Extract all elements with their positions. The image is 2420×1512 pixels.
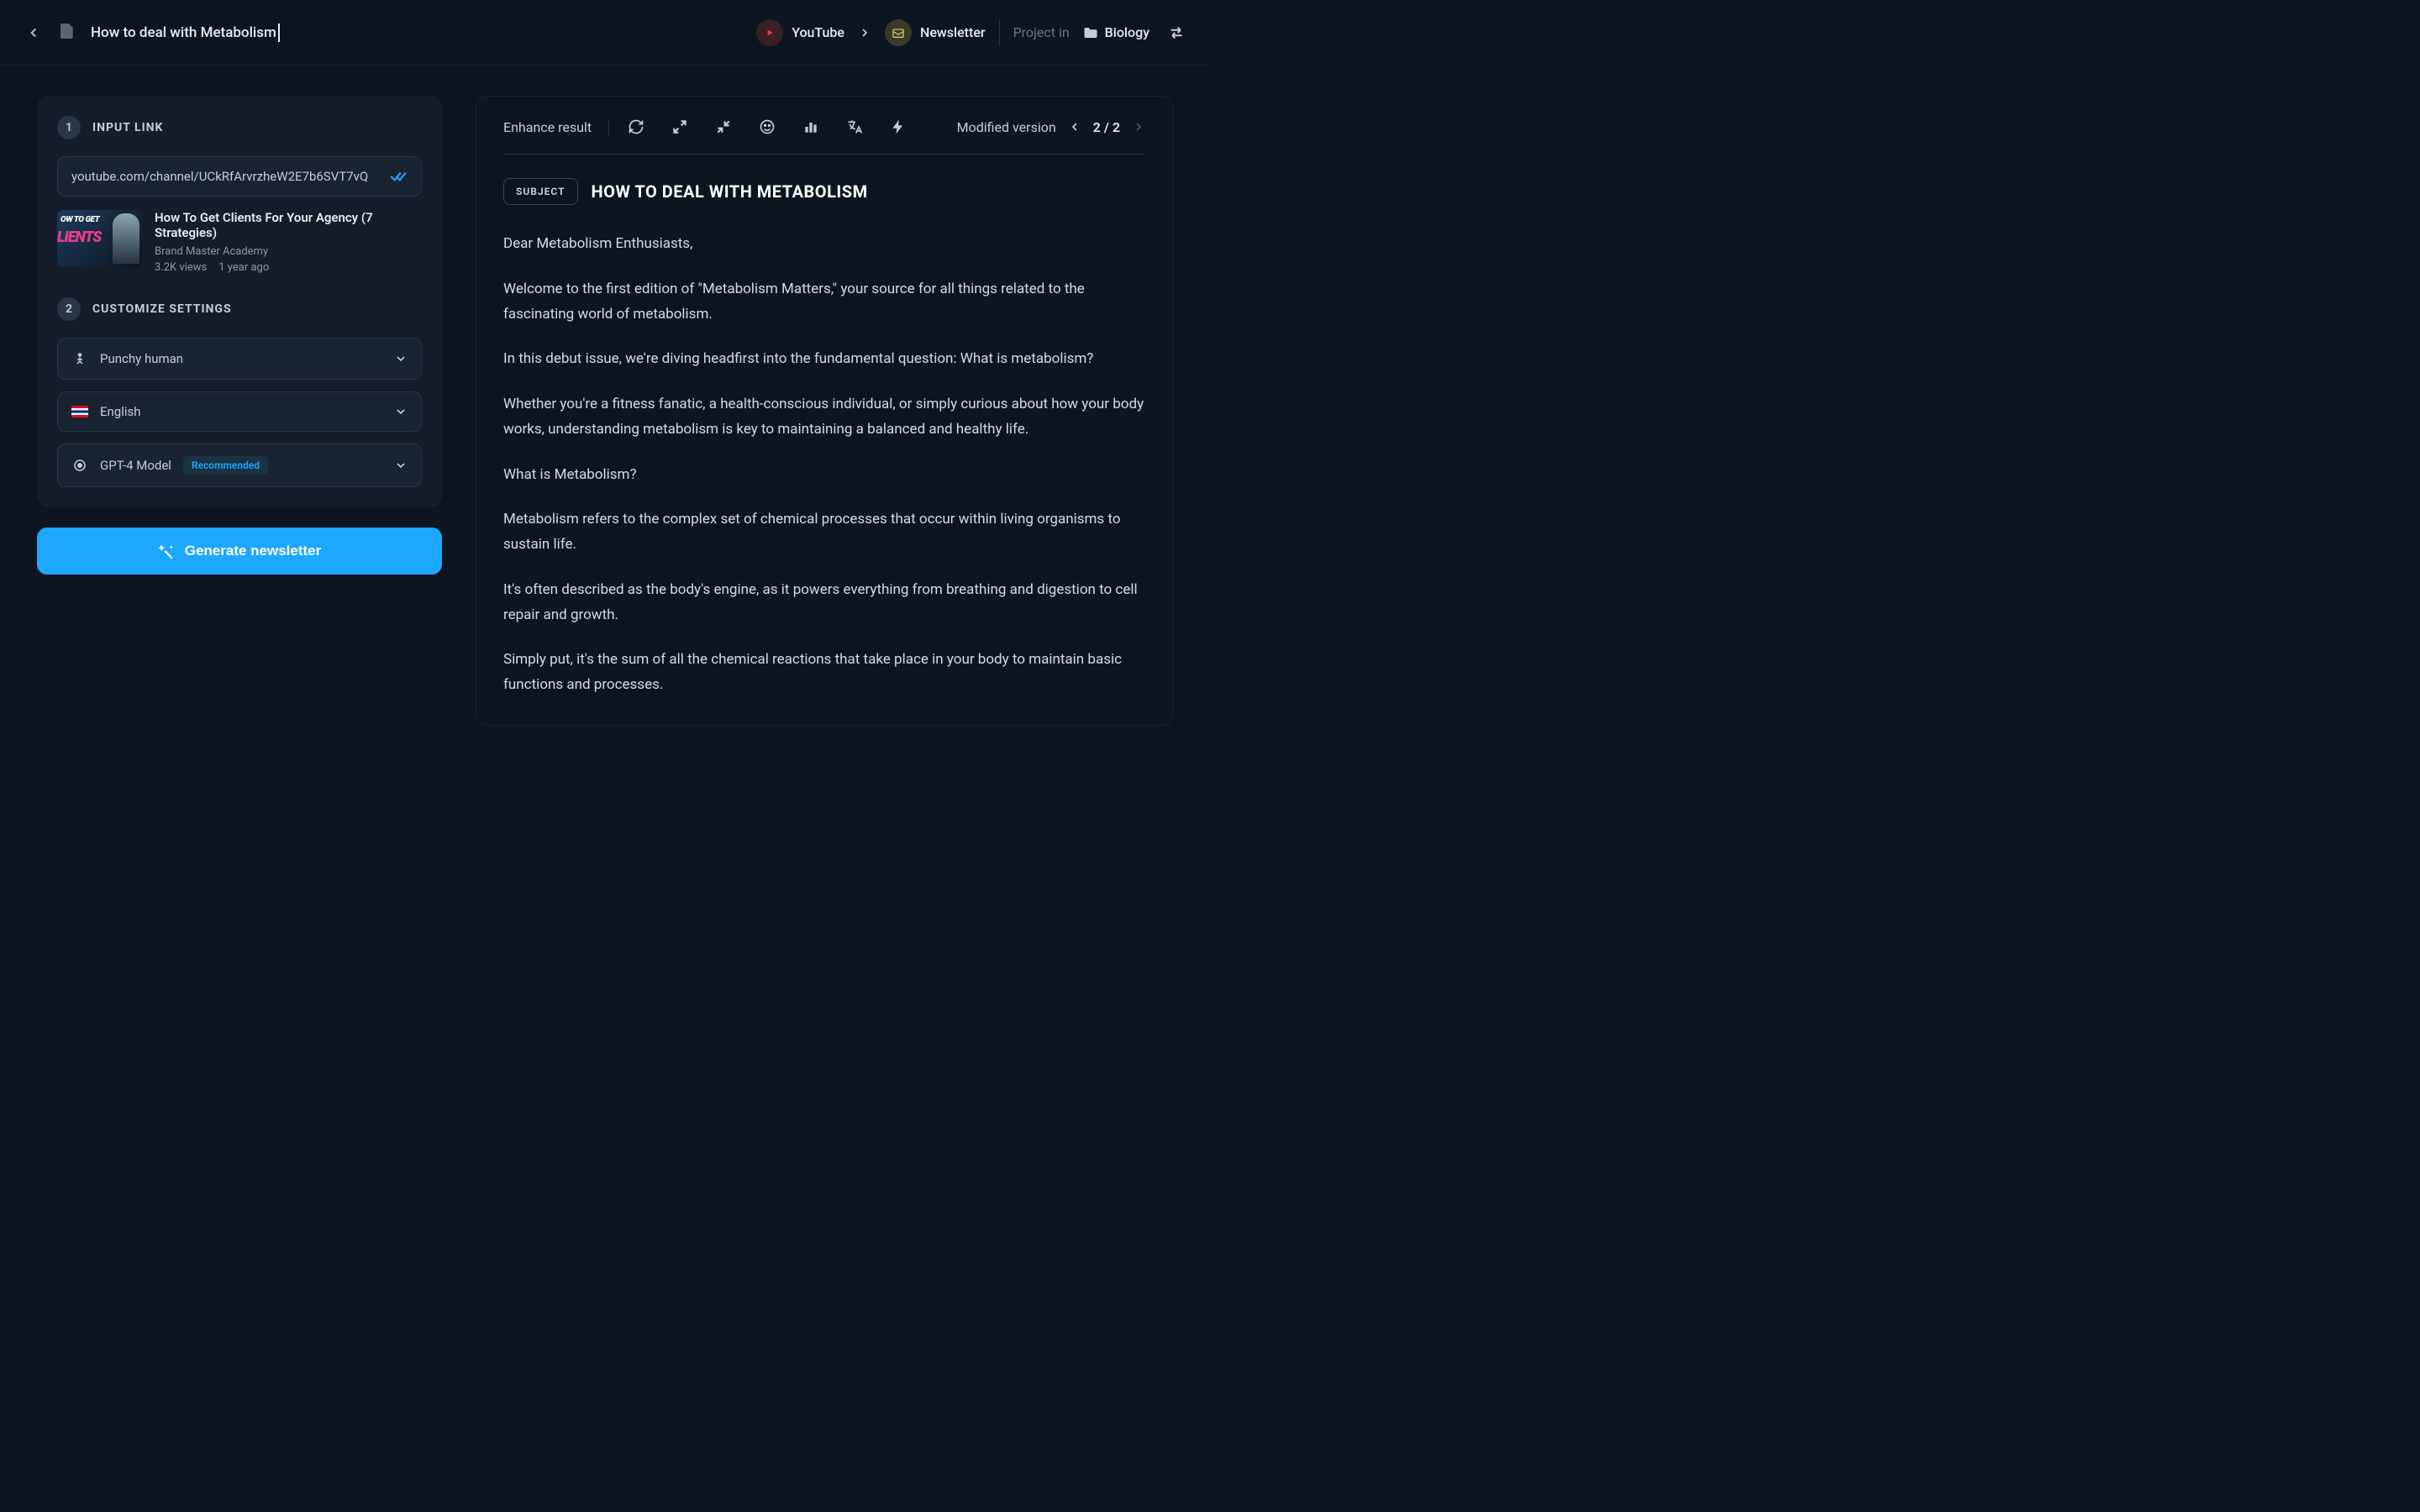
- expand-button[interactable]: [670, 117, 690, 137]
- body-paragraph: Simply put, it's the sum of all the chem…: [503, 648, 1145, 698]
- version-nav: Modified version 2 / 2: [957, 119, 1145, 135]
- emoji-icon: [759, 118, 776, 135]
- video-preview[interactable]: OW TO GET LIENTS How To Get Clients For …: [57, 210, 422, 274]
- version-page: 2 / 2: [1093, 119, 1120, 135]
- translate-button[interactable]: [844, 117, 865, 137]
- subject-row: SUBJECT HOW TO DEAL WITH METABOLISM: [503, 178, 1145, 205]
- input-link-field[interactable]: youtube.com/channel/UCkRfArvrzheW2E7b6SV…: [57, 156, 422, 197]
- chevron-down-icon: [394, 352, 408, 365]
- video-views: 3.2K views: [155, 261, 207, 274]
- right-panel: Enhance result: [476, 96, 1173, 726]
- lightning-button[interactable]: [888, 117, 908, 137]
- version-next-button[interactable]: [1132, 120, 1145, 134]
- uk-flag-icon: [71, 406, 88, 417]
- subject-badge: SUBJECT: [503, 178, 578, 205]
- refresh-icon: [628, 118, 644, 135]
- emoji-button[interactable]: [757, 117, 777, 137]
- project-in-label: Project in: [1013, 24, 1070, 40]
- lightning-icon: [890, 118, 907, 135]
- body-paragraph: It's often described as the body's engin…: [503, 578, 1145, 628]
- document-title[interactable]: How to deal with Metabolism: [91, 24, 280, 42]
- settings-card: 1 INPUT LINK youtube.com/channel/UCkRfAr…: [37, 96, 442, 507]
- step1-badge: 1: [57, 116, 81, 139]
- header-right: YouTube Newsletter Project in Biology: [756, 19, 1190, 46]
- chevron-left-icon: [1068, 120, 1081, 134]
- magic-wand-icon: [158, 543, 175, 559]
- body-paragraph: Metabolism refers to the complex set of …: [503, 507, 1145, 558]
- step1-header: 1 INPUT LINK: [57, 116, 422, 139]
- expand-icon: [671, 118, 688, 135]
- folder-icon: [1083, 26, 1098, 39]
- separator: [999, 19, 1000, 46]
- body-paragraph: Welcome to the first edition of "Metabol…: [503, 277, 1145, 328]
- toolbar: [626, 117, 957, 137]
- double-check-icon: [389, 171, 408, 182]
- person-icon: [71, 350, 88, 367]
- chevron-right-icon: [858, 26, 871, 39]
- step2-badge: 2: [57, 297, 81, 321]
- body-paragraph: Dear Metabolism Enthusiasts,: [503, 232, 1145, 257]
- video-title: How To Get Clients For Your Agency (7 St…: [155, 210, 422, 240]
- video-info: How To Get Clients For Your Agency (7 St…: [155, 210, 422, 274]
- newsletter-body: Dear Metabolism Enthusiasts, Welcome to …: [503, 232, 1145, 705]
- video-age: 1 year ago: [218, 261, 269, 274]
- video-channel: Brand Master Academy: [155, 245, 422, 258]
- version-label: Modified version: [957, 119, 1056, 135]
- language-label: English: [100, 404, 141, 419]
- step1-title: INPUT LINK: [92, 121, 163, 134]
- back-button[interactable]: [20, 19, 47, 46]
- chevron-down-icon: [394, 405, 408, 418]
- step2-header: 2 CUSTOMIZE SETTINGS: [57, 297, 422, 321]
- video-meta: 3.2K views 1 year ago: [155, 261, 422, 274]
- model-label: GPT-4 Model: [100, 458, 171, 473]
- recommended-badge: Recommended: [183, 456, 268, 475]
- cursor-icon: [278, 24, 280, 42]
- app-header: How to deal with Metabolism YouTube News…: [0, 0, 1210, 66]
- body-paragraph: What is Metabolism?: [503, 463, 1145, 488]
- newsletter-label: Newsletter: [920, 24, 986, 40]
- body-paragraph: Whether you're a fitness fanatic, a heal…: [503, 392, 1145, 443]
- right-header: Enhance result: [503, 117, 1145, 155]
- content-area[interactable]: SUBJECT HOW TO DEAL WITH METABOLISM Dear…: [503, 178, 1145, 705]
- model-selector[interactable]: GPT-4 Model Recommended: [57, 444, 422, 487]
- document-icon: [60, 23, 77, 43]
- youtube-label: YouTube: [792, 24, 844, 40]
- left-panel: 1 INPUT LINK youtube.com/channel/UCkRfAr…: [37, 96, 442, 726]
- header-left: How to deal with Metabolism: [20, 19, 756, 46]
- project-selector[interactable]: Biology: [1083, 24, 1150, 40]
- chevron-down-icon: [394, 459, 408, 472]
- input-link-value: youtube.com/channel/UCkRfArvrzheW2E7b6SV…: [71, 169, 368, 184]
- newsletter-icon: [885, 19, 912, 46]
- subject-title: HOW TO DEAL WITH METABOLISM: [592, 181, 868, 202]
- swap-icon: [1168, 26, 1185, 39]
- video-thumbnail: OW TO GET LIENTS: [57, 210, 143, 267]
- main-layout: 1 INPUT LINK youtube.com/channel/UCkRfAr…: [0, 66, 1210, 756]
- enhance-label: Enhance result: [503, 119, 609, 135]
- tone-label: Punchy human: [100, 351, 183, 366]
- platform-newsletter[interactable]: Newsletter: [885, 19, 986, 46]
- body-paragraph: In this debut issue, we're diving headfi…: [503, 347, 1145, 372]
- version-prev-button[interactable]: [1068, 120, 1081, 134]
- chevron-right-icon: [1132, 120, 1145, 134]
- generate-button[interactable]: Generate newsletter: [37, 528, 442, 575]
- swap-button[interactable]: [1163, 19, 1190, 46]
- language-selector[interactable]: English: [57, 391, 422, 432]
- collapse-button[interactable]: [713, 117, 734, 137]
- youtube-icon: [756, 19, 783, 46]
- step2-title: CUSTOMIZE SETTINGS: [92, 302, 232, 316]
- refresh-button[interactable]: [626, 117, 646, 137]
- platform-youtube[interactable]: YouTube: [756, 19, 844, 46]
- chart-icon: [802, 118, 819, 135]
- chevron-left-icon: [26, 25, 41, 40]
- target-icon: [71, 457, 88, 474]
- chart-button[interactable]: [801, 117, 821, 137]
- tone-selector[interactable]: Punchy human: [57, 338, 422, 380]
- collapse-icon: [715, 118, 732, 135]
- translate-icon: [846, 118, 863, 135]
